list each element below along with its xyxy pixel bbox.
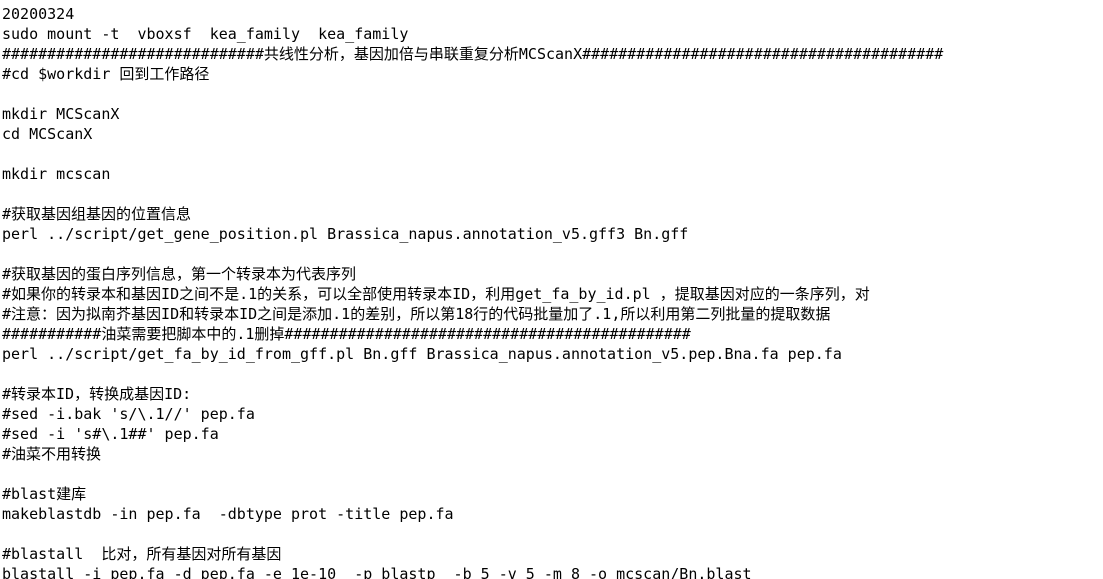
code-line: #注意：因为拟南芥基因ID和转录本ID之间是添加.1的差别，所以第18行的代码批… — [2, 305, 831, 323]
code-line: #############################共线性分析，基因加倍与… — [2, 45, 944, 63]
code-line: ###########油菜需要把脚本中的.1删掉################… — [2, 325, 691, 343]
code-line: perl ../script/get_fa_by_id_from_gff.pl … — [2, 345, 842, 363]
code-line: #转录本ID，转换成基因ID: — [2, 385, 192, 403]
code-line: mkdir mcscan — [2, 165, 111, 183]
code-line: sudo mount -t vboxsf kea_family kea_fami… — [2, 25, 409, 43]
text-document: 20200324 sudo mount -t vboxsf kea_family … — [0, 0, 1103, 579]
code-line: 20200324 — [2, 5, 75, 23]
code-line: #获取基因的蛋白序列信息，第一个转录本为代表序列 — [2, 265, 357, 283]
code-line: blastall -i pep.fa -d pep.fa -e 1e-10 -p… — [2, 565, 752, 579]
code-line: #blast建库 — [2, 485, 87, 503]
code-line: #blastall 比对，所有基因对所有基因 — [2, 545, 282, 563]
code-line: #sed -i 's#\.1##' pep.fa — [2, 425, 219, 443]
code-line: #cd $workdir 回到工作路径 — [2, 65, 210, 83]
code-line: cd MCScanX — [2, 125, 93, 143]
code-line: #油菜不用转换 — [2, 445, 102, 463]
code-line: makeblastdb -in pep.fa -dbtype prot -tit… — [2, 505, 454, 523]
code-line: perl ../script/get_gene_position.pl Bras… — [2, 225, 689, 243]
code-line: #获取基因组基因的位置信息 — [2, 205, 192, 223]
code-line: mkdir MCScanX — [2, 105, 120, 123]
code-line: #sed -i.bak 's/\.1//' pep.fa — [2, 405, 255, 423]
code-line: #如果你的转录本和基因ID之间不是.1的关系，可以全部使用转录本ID，利用get… — [2, 285, 870, 303]
document-lines: 20200324 sudo mount -t vboxsf kea_family … — [2, 4, 1103, 579]
